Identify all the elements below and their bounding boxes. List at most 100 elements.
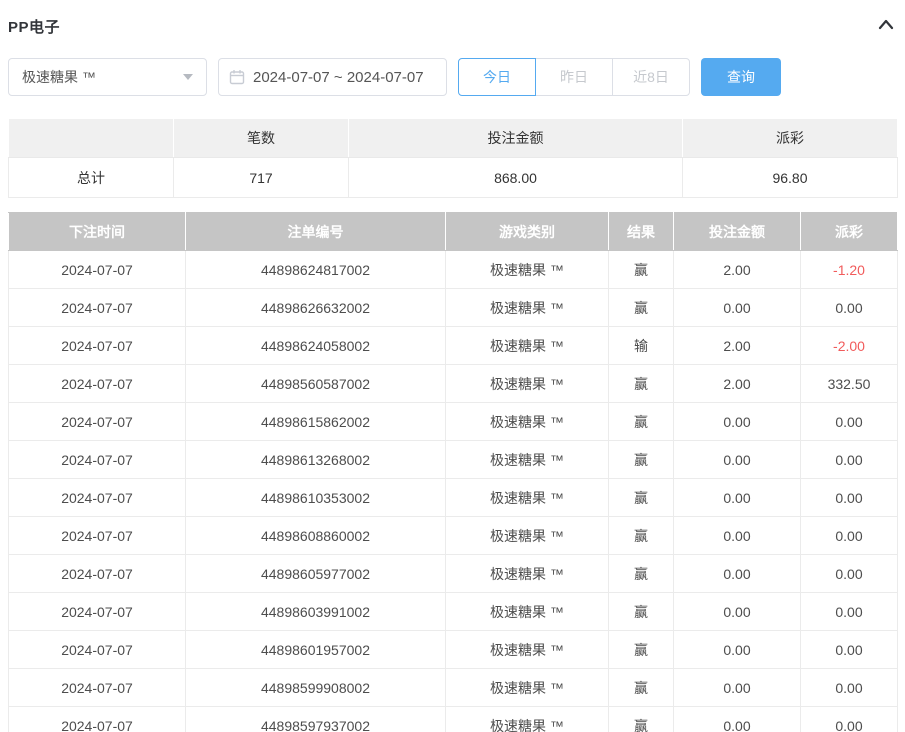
game-type-cell: 极速糖果 ™ bbox=[446, 403, 609, 441]
game-type-cell: 极速糖果 ™ bbox=[446, 365, 609, 403]
header-game-type: 游戏类别 bbox=[446, 213, 609, 251]
bet-time-cell: 2024-07-07 bbox=[9, 707, 186, 732]
summary-total-row: 总计 717 868.00 96.80 bbox=[9, 158, 898, 198]
table-row: 2024-07-07 44898597937002 极速糖果 ™ 赢 0.00 … bbox=[9, 707, 898, 732]
bet-time-cell: 2024-07-07 bbox=[9, 327, 186, 365]
result-cell: 赢 bbox=[609, 365, 674, 403]
payout-cell: -2.00 bbox=[801, 327, 898, 365]
bet-amount-cell: 0.00 bbox=[674, 441, 801, 479]
caret-down-icon bbox=[183, 74, 193, 80]
bet-time-cell: 2024-07-07 bbox=[9, 517, 186, 555]
result-cell: 赢 bbox=[609, 479, 674, 517]
bet-amount-cell: 2.00 bbox=[674, 327, 801, 365]
bet-records-table: 下注时间 注单编号 游戏类别 结果 投注金额 派彩 2024-07-07 448… bbox=[8, 212, 898, 732]
result-cell: 赢 bbox=[609, 517, 674, 555]
summary-header-bet-amount: 投注金额 bbox=[349, 119, 683, 158]
yesterday-button[interactable]: 昨日 bbox=[535, 58, 613, 96]
filter-bar: 极速糖果 ™ 2024-07-07 ~ 2024-07-07 今日 昨日 近8日… bbox=[8, 58, 897, 96]
payout-cell: -1.20 bbox=[801, 251, 898, 289]
pp-electronics-panel: PP电子 极速糖果 ™ 2024-07-07 ~ 2024-07-07 bbox=[0, 16, 905, 732]
bet-amount-cell: 0.00 bbox=[674, 479, 801, 517]
order-number-cell: 44898610353002 bbox=[186, 479, 446, 517]
order-number-cell: 44898605977002 bbox=[186, 555, 446, 593]
quick-range-button-group: 今日 昨日 近8日 bbox=[458, 58, 690, 96]
summary-total-bet-amount: 868.00 bbox=[349, 158, 683, 198]
game-type-cell: 极速糖果 ™ bbox=[446, 669, 609, 707]
collapse-button[interactable] bbox=[877, 17, 895, 36]
game-type-cell: 极速糖果 ™ bbox=[446, 327, 609, 365]
table-row: 2024-07-07 44898603991002 极速糖果 ™ 赢 0.00 … bbox=[9, 593, 898, 631]
payout-cell: 0.00 bbox=[801, 289, 898, 327]
game-type-cell: 极速糖果 ™ bbox=[446, 631, 609, 669]
bet-time-cell: 2024-07-07 bbox=[9, 555, 186, 593]
summary-header-empty bbox=[9, 119, 174, 158]
summary-total-payout: 96.80 bbox=[683, 158, 898, 198]
table-row: 2024-07-07 44898624817002 极速糖果 ™ 赢 2.00 … bbox=[9, 251, 898, 289]
panel-title: PP电子 bbox=[8, 16, 60, 37]
result-cell: 赢 bbox=[609, 251, 674, 289]
bet-amount-cell: 0.00 bbox=[674, 289, 801, 327]
result-cell: 赢 bbox=[609, 669, 674, 707]
payout-cell: 0.00 bbox=[801, 707, 898, 732]
table-row: 2024-07-07 44898613268002 极速糖果 ™ 赢 0.00 … bbox=[9, 441, 898, 479]
payout-cell: 0.00 bbox=[801, 441, 898, 479]
bet-time-cell: 2024-07-07 bbox=[9, 669, 186, 707]
bet-time-cell: 2024-07-07 bbox=[9, 365, 186, 403]
result-cell: 赢 bbox=[609, 631, 674, 669]
order-number-cell: 44898601957002 bbox=[186, 631, 446, 669]
table-row: 2024-07-07 44898610353002 极速糖果 ™ 赢 0.00 … bbox=[9, 479, 898, 517]
order-number-cell: 44898603991002 bbox=[186, 593, 446, 631]
payout-cell: 0.00 bbox=[801, 479, 898, 517]
bet-amount-cell: 0.00 bbox=[674, 669, 801, 707]
game-type-cell: 极速糖果 ™ bbox=[446, 593, 609, 631]
header-order-number: 注单编号 bbox=[186, 213, 446, 251]
date-range-value: 2024-07-07 ~ 2024-07-07 bbox=[253, 69, 424, 86]
last-8-days-button[interactable]: 近8日 bbox=[612, 58, 690, 96]
order-number-cell: 44898624058002 bbox=[186, 327, 446, 365]
bet-amount-cell: 0.00 bbox=[674, 517, 801, 555]
table-row: 2024-07-07 44898601957002 极速糖果 ™ 赢 0.00 … bbox=[9, 631, 898, 669]
result-cell: 赢 bbox=[609, 555, 674, 593]
bet-amount-cell: 0.00 bbox=[674, 403, 801, 441]
order-number-cell: 44898624817002 bbox=[186, 251, 446, 289]
table-row: 2024-07-07 44898608860002 极速糖果 ™ 赢 0.00 … bbox=[9, 517, 898, 555]
payout-cell: 0.00 bbox=[801, 517, 898, 555]
game-select[interactable]: 极速糖果 ™ bbox=[8, 58, 207, 96]
summary-header-payout: 派彩 bbox=[683, 119, 898, 158]
result-cell: 赢 bbox=[609, 403, 674, 441]
bet-time-cell: 2024-07-07 bbox=[9, 479, 186, 517]
order-number-cell: 44898608860002 bbox=[186, 517, 446, 555]
summary-total-label: 总计 bbox=[9, 158, 174, 198]
payout-cell: 0.00 bbox=[801, 403, 898, 441]
order-number-cell: 44898560587002 bbox=[186, 365, 446, 403]
payout-cell: 0.00 bbox=[801, 669, 898, 707]
table-row: 2024-07-07 44898599908002 极速糖果 ™ 赢 0.00 … bbox=[9, 669, 898, 707]
game-type-cell: 极速糖果 ™ bbox=[446, 251, 609, 289]
bet-amount-cell: 0.00 bbox=[674, 707, 801, 732]
bet-time-cell: 2024-07-07 bbox=[9, 251, 186, 289]
order-number-cell: 44898615862002 bbox=[186, 403, 446, 441]
query-button[interactable]: 查询 bbox=[701, 58, 781, 96]
chevron-up-icon bbox=[877, 17, 895, 36]
header-bet-amount: 投注金额 bbox=[674, 213, 801, 251]
game-type-cell: 极速糖果 ™ bbox=[446, 517, 609, 555]
bet-time-cell: 2024-07-07 bbox=[9, 403, 186, 441]
game-type-cell: 极速糖果 ™ bbox=[446, 479, 609, 517]
result-cell: 赢 bbox=[609, 441, 674, 479]
game-select-value: 极速糖果 ™ bbox=[22, 67, 96, 87]
date-range-picker[interactable]: 2024-07-07 ~ 2024-07-07 bbox=[218, 58, 447, 96]
payout-cell: 0.00 bbox=[801, 555, 898, 593]
payout-cell: 0.00 bbox=[801, 631, 898, 669]
table-row: 2024-07-07 44898624058002 极速糖果 ™ 输 2.00 … bbox=[9, 327, 898, 365]
bet-time-cell: 2024-07-07 bbox=[9, 631, 186, 669]
summary-table: 笔数 投注金额 派彩 总计 717 868.00 96.80 bbox=[8, 118, 898, 198]
order-number-cell: 44898626632002 bbox=[186, 289, 446, 327]
header-payout: 派彩 bbox=[801, 213, 898, 251]
table-row: 2024-07-07 44898626632002 极速糖果 ™ 赢 0.00 … bbox=[9, 289, 898, 327]
bet-amount-cell: 0.00 bbox=[674, 593, 801, 631]
order-number-cell: 44898613268002 bbox=[186, 441, 446, 479]
result-cell: 赢 bbox=[609, 289, 674, 327]
today-button[interactable]: 今日 bbox=[458, 58, 536, 96]
bet-amount-cell: 2.00 bbox=[674, 251, 801, 289]
bet-table-header-row: 下注时间 注单编号 游戏类别 结果 投注金额 派彩 bbox=[9, 213, 898, 251]
